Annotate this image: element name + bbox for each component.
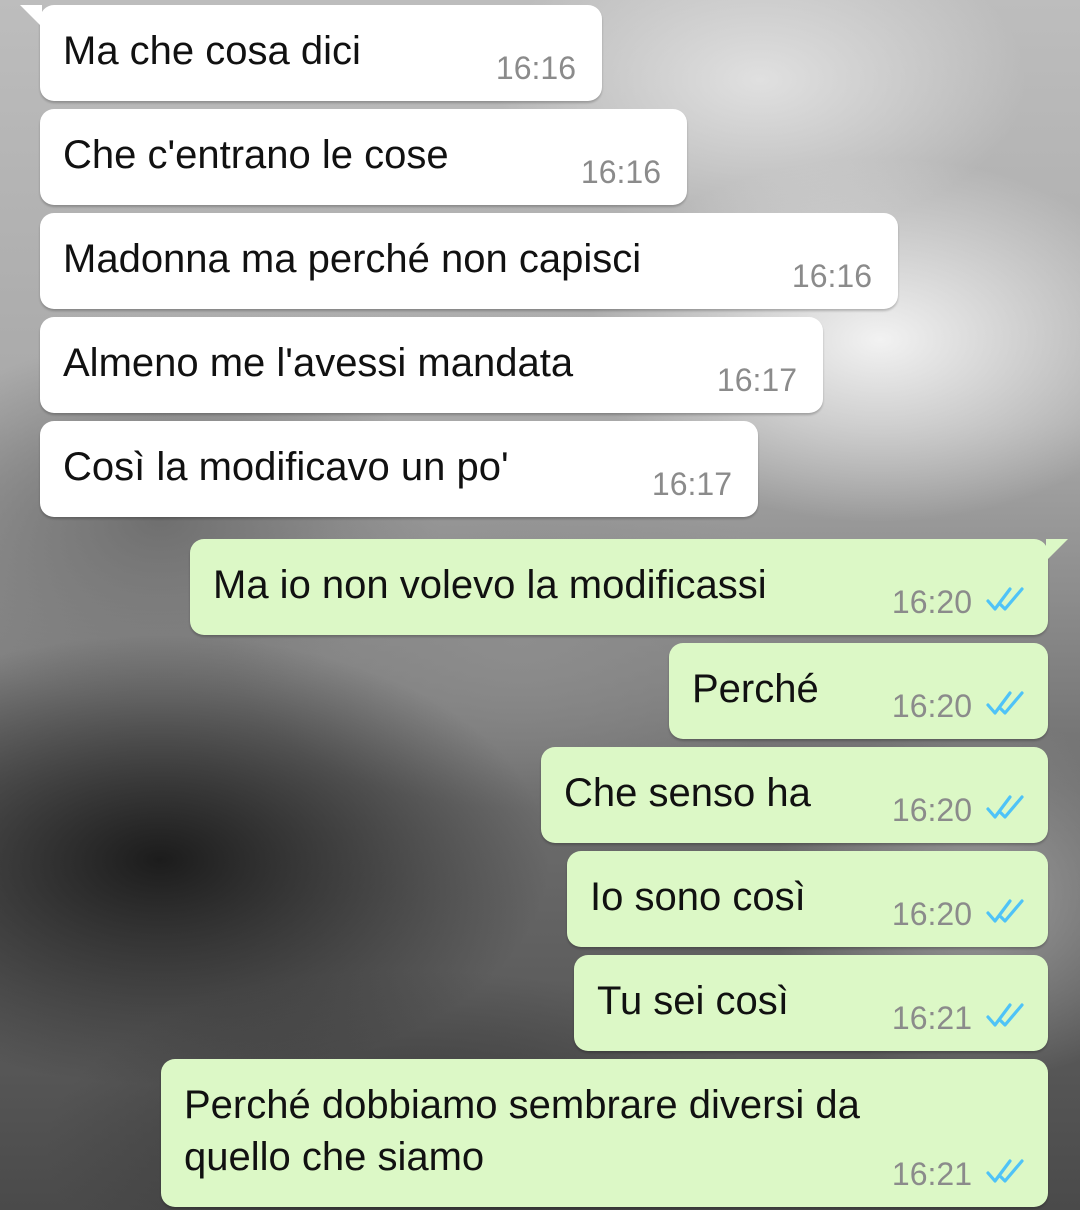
message-time: 16:20 [891, 792, 972, 828]
message-text: Tu sei così [597, 979, 789, 1023]
bubble-tail [20, 5, 42, 27]
message-bubble-outgoing[interactable]: Perché dobbiamo sembrare diversi da quel… [161, 1059, 1048, 1207]
message-time: 16:16 [791, 258, 872, 294]
message-text: Ma io non volevo la modificassi [213, 563, 767, 607]
message-bubble-outgoing[interactable]: Io sono così 16:20 [567, 851, 1048, 947]
message-time: 16:16 [580, 154, 661, 190]
message-bubble-incoming[interactable]: Almeno me l'avessi mandata 16:17 [40, 317, 823, 413]
message-text: Ma che cosa dici [63, 29, 361, 73]
message-text: Così la modificavo un po' [63, 445, 509, 489]
double-check-icon [986, 899, 1024, 923]
message-text: Almeno me l'avessi mandata [63, 341, 574, 385]
message-time: 16:20 [891, 896, 972, 932]
message-text: Che c'entrano le cose [63, 133, 449, 177]
message-bubble-incoming[interactable]: Così la modificavo un po' 16:17 [40, 421, 758, 517]
message-bubble-incoming[interactable]: Che c'entrano le cose 16:16 [40, 109, 687, 205]
double-check-icon [986, 587, 1024, 611]
message-bubble-incoming[interactable]: Madonna ma perché non capisci 16:16 [40, 213, 898, 309]
message-text: Che senso ha [564, 771, 811, 815]
message-text: Madonna ma perché non capisci [63, 237, 642, 281]
message-text: Perché dobbiamo sembrare diversi da quel… [184, 1083, 860, 1179]
message-time: 16:17 [716, 362, 797, 398]
double-check-icon [986, 795, 1024, 819]
bubble-tail [1046, 539, 1068, 561]
message-bubble-outgoing[interactable]: Perché 16:20 [669, 643, 1048, 739]
message-time: 16:17 [651, 466, 732, 502]
chat-view[interactable]: Ma che cosa dici 16:16 Che c'entrano le … [0, 0, 1080, 1210]
message-time: 16:21 [891, 1000, 972, 1036]
message-text: Perché [692, 667, 819, 711]
message-time: 16:20 [891, 688, 972, 724]
double-check-icon [986, 1159, 1024, 1183]
double-check-icon [986, 691, 1024, 715]
message-bubble-outgoing[interactable]: Ma io non volevo la modificassi 16:20 [190, 539, 1068, 635]
message-bubble-outgoing[interactable]: Che senso ha 16:20 [541, 747, 1048, 843]
message-bubble-outgoing[interactable]: Tu sei così 16:21 [574, 955, 1048, 1051]
message-time: 16:21 [891, 1156, 972, 1192]
message-text: Io sono così [590, 875, 806, 919]
message-time: 16:16 [495, 50, 576, 86]
message-time: 16:20 [891, 584, 972, 620]
double-check-icon [986, 1003, 1024, 1027]
message-bubble-incoming[interactable]: Ma che cosa dici 16:16 [20, 5, 602, 101]
